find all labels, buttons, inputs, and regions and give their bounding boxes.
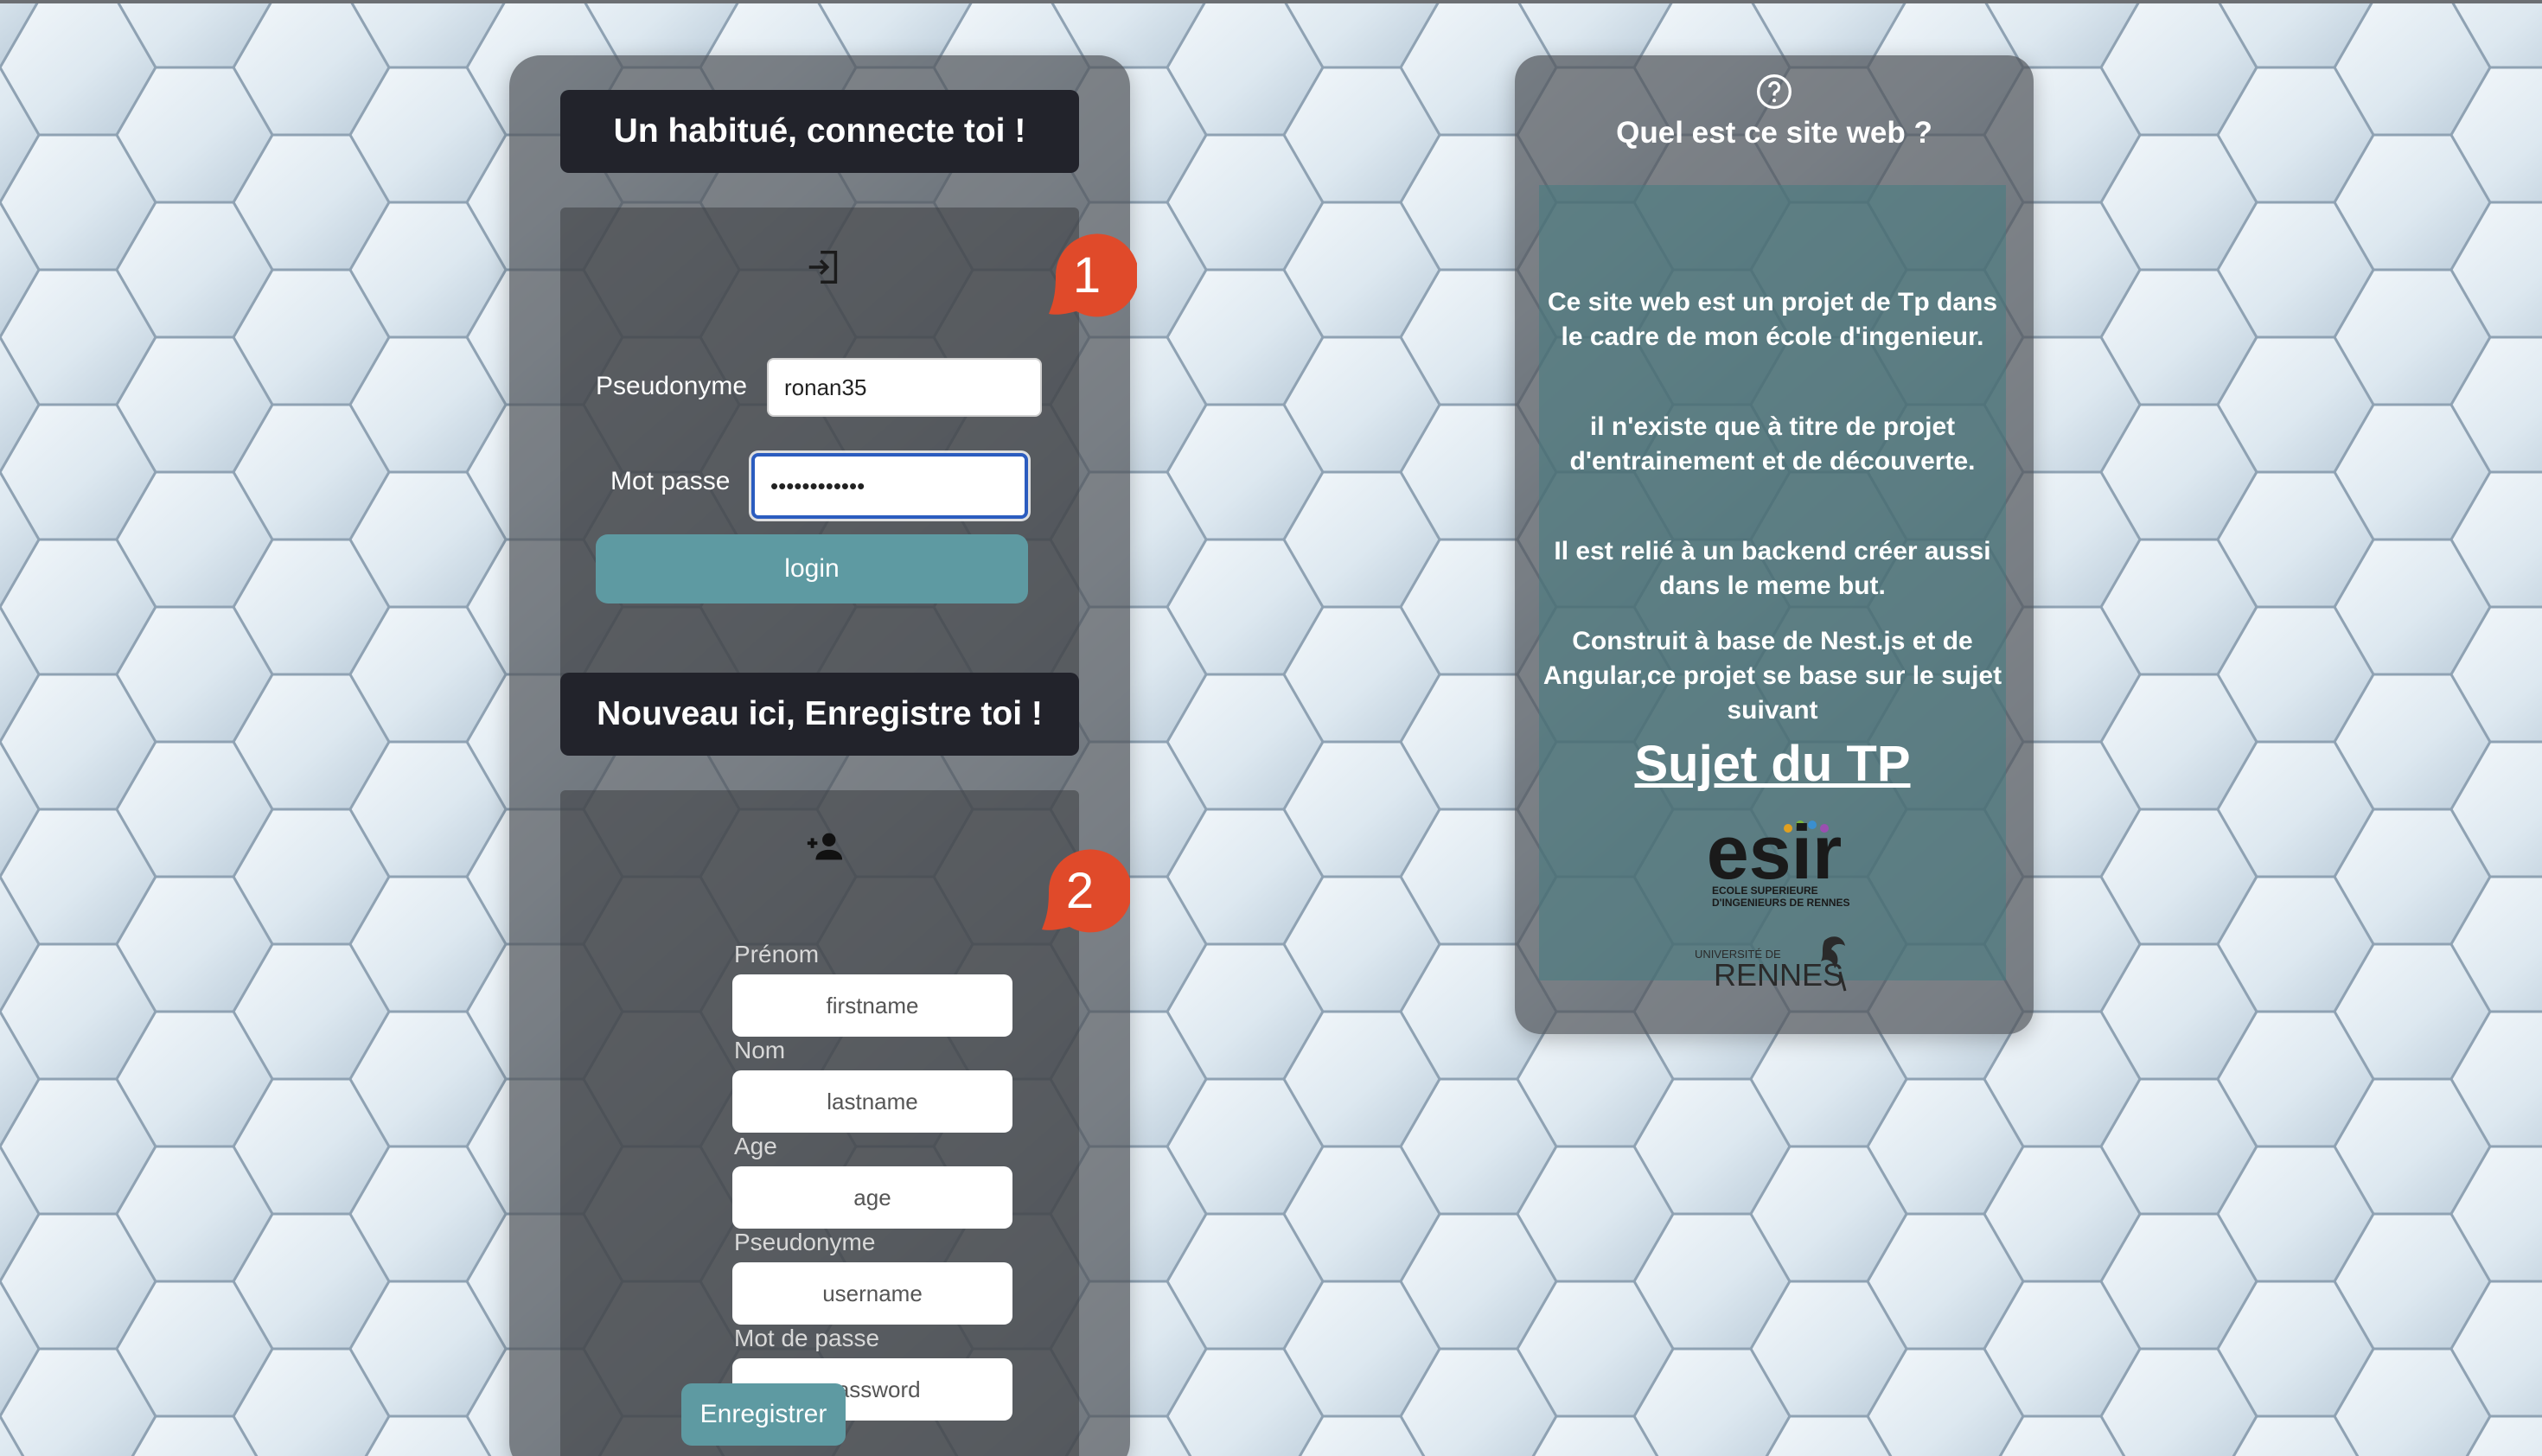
register-title: Nouveau ici, Enregistre toi ! bbox=[560, 673, 1079, 756]
help-circle-icon bbox=[1757, 74, 1792, 109]
login-icon bbox=[808, 251, 838, 284]
svg-text:RENNES: RENNES bbox=[1714, 957, 1843, 993]
about-content: Ce site web est un projet de Tp dans le … bbox=[1539, 185, 2006, 993]
auth-panel: Un habitué, connecte toi ! Pseudonyme Mo… bbox=[509, 55, 1139, 1456]
hexagon-background bbox=[0, 0, 2542, 1456]
lastname-input[interactable] bbox=[732, 1070, 1012, 1133]
sujet-tp-link[interactable]: Sujet du TP bbox=[1539, 735, 2006, 793]
password-label: Mot passe bbox=[610, 467, 731, 495]
register-card: Prénom Nom Age Pseudonyme Mot de passe bbox=[560, 790, 1079, 1456]
step-badge-1: 1 bbox=[1037, 230, 1139, 320]
firstname-label: Prénom bbox=[734, 941, 820, 967]
username-input[interactable] bbox=[767, 358, 1042, 417]
register-password-label: Mot de passe bbox=[734, 1325, 880, 1351]
esir-logo: esir ECOLE SUPERIEURE D'INGENIEURS DE RE… bbox=[1707, 816, 1850, 909]
about-panel: Quel est ce site web ? Ce site web est u… bbox=[1515, 55, 2034, 1034]
register-button[interactable]: Enregistrer bbox=[681, 1383, 846, 1446]
register-username-input[interactable] bbox=[732, 1262, 1012, 1325]
svg-text:ECOLE SUPERIEURE: ECOLE SUPERIEURE bbox=[1712, 884, 1818, 897]
username-label: Pseudonyme bbox=[596, 372, 748, 400]
svg-text:D'INGENIEURS DE RENNES: D'INGENIEURS DE RENNES bbox=[1712, 897, 1850, 909]
login-title: Un habitué, connecte toi ! bbox=[560, 90, 1079, 173]
about-paragraph: Il est relié à un backend créer aussi da… bbox=[1554, 537, 1991, 600]
about-paragraph: il n'existe que à titre de projet d'entr… bbox=[1569, 412, 1976, 476]
about-paragraph: Construit à base de Nest.js et de Angula… bbox=[1542, 627, 2002, 725]
window-top-border bbox=[0, 0, 2542, 3]
age-label: Age bbox=[734, 1133, 777, 1159]
universite-rennes-logo: UNIVERSITÉ DE RENNES bbox=[1695, 936, 1847, 993]
register-username-label: Pseudonyme bbox=[734, 1229, 876, 1255]
login-card: Pseudonyme Mot passe login bbox=[560, 208, 1079, 693]
about-paragraph: Ce site web est un projet de Tp dans le … bbox=[1547, 288, 1998, 351]
person-add-icon bbox=[807, 833, 843, 860]
lastname-label: Nom bbox=[734, 1037, 786, 1063]
svg-text:esir: esir bbox=[1707, 816, 1843, 895]
step-badge-2: 2 bbox=[1030, 846, 1132, 936]
login-button[interactable]: login bbox=[596, 534, 1028, 603]
firstname-input[interactable] bbox=[732, 974, 1012, 1037]
password-input[interactable] bbox=[751, 453, 1028, 519]
about-title: Quel est ce site web ? bbox=[1616, 116, 1932, 150]
age-input[interactable] bbox=[732, 1166, 1012, 1229]
